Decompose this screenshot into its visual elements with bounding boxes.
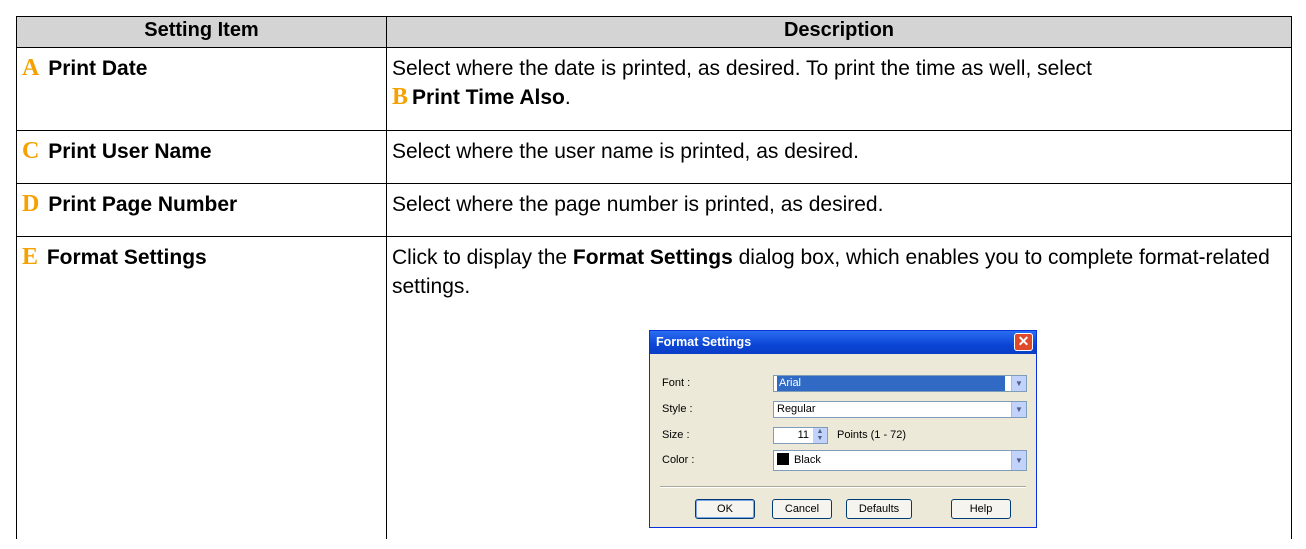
color-label: Color : [662, 454, 695, 466]
color-select[interactable]: Black ▼ [773, 450, 1027, 471]
color-value: Black [794, 454, 821, 466]
callout-letter: B [392, 84, 409, 110]
header-description: Description [386, 16, 1292, 48]
cancel-button[interactable]: Cancel [772, 499, 832, 519]
style-label: Style : [662, 403, 693, 415]
size-stepper[interactable]: 11 ▲ ▼ [773, 427, 828, 444]
table-header-row: Setting Item Description [16, 16, 1292, 48]
color-swatch [777, 453, 789, 465]
chevron-down-icon[interactable]: ▼ [1011, 451, 1026, 470]
header-setting-item: Setting Item [16, 16, 387, 48]
font-label: Font : [662, 377, 691, 389]
callout-letter: D [22, 191, 40, 217]
description-text: Select where the user name is printed, a… [392, 140, 859, 163]
font-value: Arial [777, 376, 1005, 391]
description-bold: Format Settings [572, 246, 733, 269]
defaults-button[interactable]: Defaults [846, 499, 912, 519]
setting-item-name: Format Settings [46, 246, 207, 269]
close-icon[interactable]: ✕ [1014, 333, 1033, 351]
dialog-title-bar: Format Settings ✕ [650, 331, 1036, 354]
font-select[interactable]: Arial ▼ [773, 375, 1027, 392]
setting-item-cell: C Print User Name [16, 130, 387, 184]
chevron-down-icon[interactable]: ▼ [1011, 376, 1026, 391]
size-value: 11 [797, 429, 809, 441]
description-cell: Select where the user name is printed, a… [386, 130, 1292, 184]
style-select[interactable]: Regular ▼ [773, 401, 1027, 418]
size-range-label: Points (1 - 72) [837, 429, 907, 441]
description-cell: Select where the date is printed, as des… [386, 47, 1292, 131]
format-settings-dialog: Format Settings ✕ Font : Arial ▼ Style :… [649, 330, 1037, 528]
callout-letter: C [22, 138, 40, 164]
help-button[interactable]: Help [951, 499, 1011, 519]
setting-item-name: Print Date [48, 57, 148, 80]
description-text: Click to display the [392, 246, 568, 269]
chevron-down-icon[interactable]: ▼ [1011, 402, 1026, 417]
dialog-title: Format Settings [656, 335, 752, 349]
description-cell: Select where the page number is printed,… [386, 183, 1292, 237]
style-value: Regular [777, 403, 816, 415]
table-row: C Print User Name Select where the user … [16, 130, 1292, 184]
table-row: D Print Page Number Select where the pag… [16, 183, 1292, 237]
callout-letter: E [22, 244, 39, 270]
divider [660, 486, 1026, 488]
size-label: Size : [662, 429, 690, 441]
description-bold: Print Time Also [412, 86, 565, 109]
ok-button[interactable]: OK [695, 499, 755, 519]
description-text: Select where the date is printed, as des… [392, 57, 1092, 80]
setting-item-cell: E Format Settings [16, 236, 387, 539]
setting-item-name: Print Page Number [48, 193, 238, 216]
description-end: . [564, 86, 571, 109]
setting-item-cell: D Print Page Number [16, 183, 387, 237]
callout-letter: A [22, 55, 40, 81]
setting-item-name: Print User Name [48, 140, 212, 163]
description-text: Select where the page number is printed,… [392, 193, 884, 216]
spin-arrows-icon[interactable]: ▲ ▼ [813, 428, 827, 443]
table-row: A Print Date Select where the date is pr… [16, 47, 1292, 131]
setting-item-cell: A Print Date [16, 47, 387, 131]
